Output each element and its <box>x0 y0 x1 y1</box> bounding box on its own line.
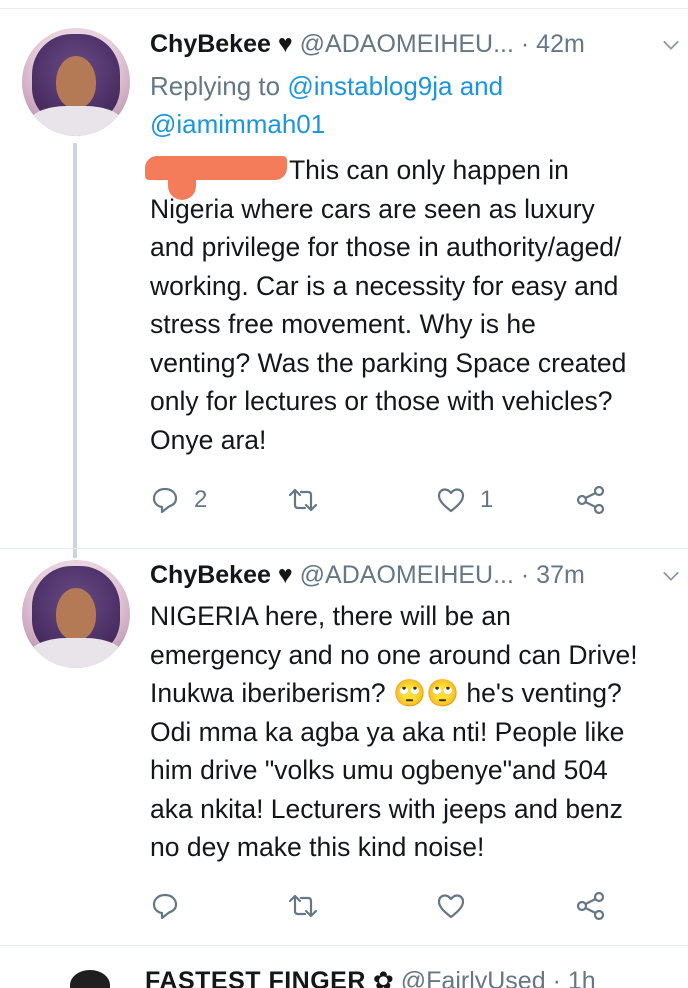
display-name[interactable]: ChyBekee ♥ <box>150 30 293 58</box>
retweet-icon <box>288 488 318 512</box>
tweet-3-partial[interactable]: FASTEST FINGER ✿ @FairlyUsed · 1h <box>0 946 688 988</box>
reply-count: 2 <box>194 486 208 513</box>
tweet-actions <box>150 886 670 926</box>
redaction-mark <box>145 156 287 180</box>
chevron-down-icon[interactable] <box>662 567 680 585</box>
tweet-header: ChyBekee ♥ @ADAOMEIHEU... · 37m <box>150 561 585 590</box>
mention-and: and <box>452 71 504 101</box>
avatar[interactable] <box>22 560 130 668</box>
avatar[interactable] <box>22 28 130 136</box>
mention-link[interactable]: @iamimmah01 <box>150 109 325 139</box>
display-name[interactable]: ChyBekee ♥ <box>150 561 293 589</box>
share-icon <box>576 485 605 515</box>
reply-button[interactable] <box>150 886 180 926</box>
avatar[interactable] <box>70 970 110 988</box>
like-button[interactable]: 1 <box>436 480 493 520</box>
chevron-down-icon[interactable] <box>662 36 680 54</box>
mention-link[interactable]: @instablog9ja <box>287 71 452 101</box>
timestamp[interactable]: · 1h <box>553 967 596 988</box>
like-button[interactable] <box>436 886 466 926</box>
tweet-header: FASTEST FINGER ✿ @FairlyUsed · 1h <box>145 966 596 988</box>
tweet-divider <box>0 548 688 549</box>
display-name[interactable]: FASTEST FINGER <box>145 967 366 988</box>
timestamp[interactable]: · 42m <box>521 30 585 58</box>
like-icon <box>437 894 465 919</box>
retweet-icon <box>288 894 318 918</box>
share-icon <box>576 891 605 921</box>
user-handle[interactable]: @ADAOMEIHEU... <box>300 561 514 589</box>
badge-icon: ✿ <box>372 967 394 988</box>
tweet-text-first-line: This can only happen in <box>289 155 569 185</box>
tweet-header: ChyBekee ♥ @ADAOMEIHEU... · 42m <box>150 30 585 59</box>
user-handle[interactable]: @ADAOMEIHEU... <box>300 30 514 58</box>
tweet-text-rest: Nigeria where cars are seen as luxury an… <box>150 193 627 455</box>
retweet-button[interactable] <box>288 480 318 520</box>
reply-button[interactable]: 2 <box>150 480 207 520</box>
tweet-actions: 2 1 <box>150 480 670 520</box>
like-icon <box>437 488 465 513</box>
timestamp[interactable]: · 37m <box>521 561 585 589</box>
tweet-text: NIGERIA here, there will be an emergency… <box>150 601 638 862</box>
retweet-button[interactable] <box>288 886 318 926</box>
reply-icon <box>152 893 178 920</box>
share-button[interactable] <box>576 480 606 520</box>
share-button[interactable] <box>576 886 606 926</box>
replying-to: Replying to @instablog9ja and @iamimmah0… <box>150 67 503 143</box>
like-count: 1 <box>480 486 494 513</box>
replying-to-label: Replying to <box>150 71 288 101</box>
user-handle[interactable]: @FairlyUsed <box>401 967 546 988</box>
top-divider <box>0 0 688 9</box>
reply-icon <box>152 487 178 514</box>
tweet-text: This can only happen in Nigeria where car… <box>150 151 685 459</box>
thread-line <box>73 143 77 558</box>
